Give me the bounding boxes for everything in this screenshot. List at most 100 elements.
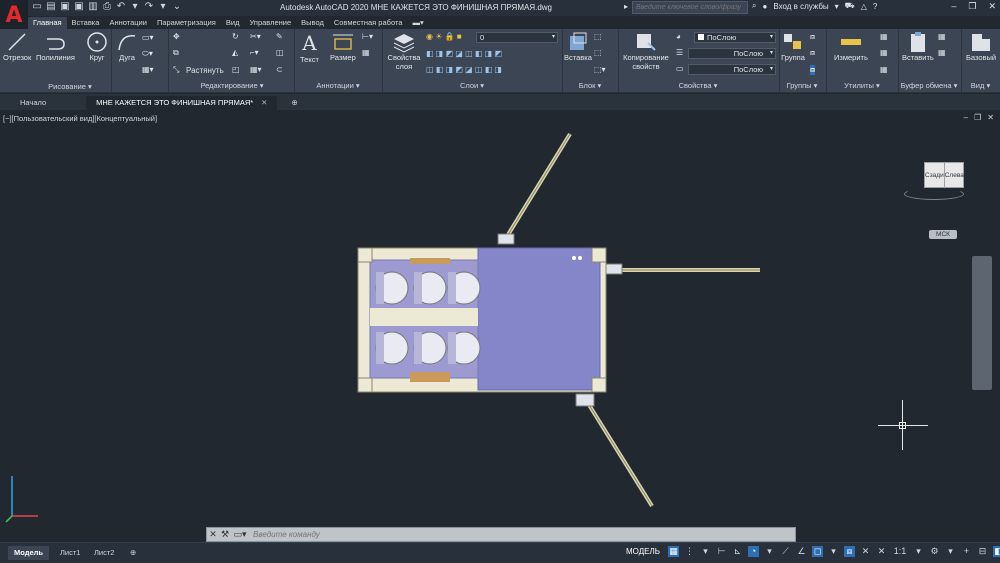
viewcube-face-back[interactable]: Сзади bbox=[925, 163, 944, 187]
undo-dropdown-icon[interactable]: ▾ bbox=[130, 1, 140, 12]
tab-home[interactable]: Главная bbox=[28, 17, 67, 29]
explode-icon[interactable]: ◫ bbox=[276, 48, 284, 57]
group-tool[interactable]: Группа bbox=[781, 31, 805, 62]
exchange-icon[interactable]: △ bbox=[861, 2, 867, 11]
block-attr-icon[interactable]: ⬚▾ bbox=[594, 65, 606, 74]
annotation-visibility-icon[interactable]: ✕ bbox=[860, 546, 871, 557]
command-close-icon[interactable]: ✕ bbox=[207, 529, 219, 540]
scale-icon[interactable]: ◰ bbox=[232, 65, 240, 74]
circle-tool[interactable]: Круг bbox=[86, 31, 108, 62]
snap-icon[interactable]: ⋮ bbox=[684, 546, 695, 557]
panel-groups-title[interactable]: Группы ▾ bbox=[779, 81, 825, 90]
osnap-tracking-icon[interactable]: ∠ bbox=[796, 546, 807, 557]
color-wheel-icon[interactable]: ◕ bbox=[676, 32, 681, 41]
open-file-icon[interactable]: ▤ bbox=[46, 1, 56, 12]
close-tab-icon[interactable]: ✕ bbox=[261, 98, 267, 107]
hatch-icon[interactable]: ▦▾ bbox=[142, 65, 154, 74]
layout-tab-model[interactable]: Модель bbox=[8, 546, 50, 560]
base-view-tool[interactable]: Базовый bbox=[966, 31, 996, 62]
cart-icon[interactable]: ⛟ bbox=[845, 1, 855, 11]
layer-state-icons[interactable]: ◉ ☀ 🔒 ■ bbox=[426, 32, 462, 41]
group-edit-icon[interactable]: ⧈ bbox=[810, 48, 815, 58]
mirror-icon[interactable]: ◭ bbox=[232, 48, 238, 57]
layer-tools-row1[interactable]: ◧ ◨ ◩ ◪ ◫ ◧ ◨ ◩ bbox=[426, 49, 502, 58]
tab-parametric[interactable]: Параметризация bbox=[152, 17, 221, 29]
units-icon[interactable]: ⊟ bbox=[977, 546, 988, 557]
grid-icon[interactable]: ▦ bbox=[668, 546, 679, 557]
leader-icon[interactable]: ⊢▾ bbox=[362, 32, 373, 41]
calculator-icon[interactable]: ▦ bbox=[880, 32, 888, 41]
cut-icon[interactable]: ▦ bbox=[938, 32, 946, 41]
signin-dropdown-icon[interactable]: ▾ bbox=[835, 2, 839, 11]
viewcube-face-left[interactable]: Слева bbox=[943, 163, 964, 187]
tab-drawing-active[interactable]: МНЕ КАЖЕТСЯ ЭТО ФИНИШНАЯ ПРЯМАЯ* ✕ bbox=[86, 96, 278, 110]
polyline-tool[interactable]: Полилиния bbox=[36, 31, 75, 62]
viewcube-compass[interactable] bbox=[904, 188, 964, 200]
ortho-icon[interactable]: ⊾ bbox=[732, 546, 743, 557]
dimension-tool[interactable]: Размер bbox=[330, 31, 356, 62]
arc-tool[interactable]: Дуга bbox=[116, 31, 138, 62]
snap-dropdown-icon[interactable]: ▾ bbox=[700, 546, 711, 557]
layout-tab-sheet2[interactable]: Лист2 bbox=[88, 546, 120, 560]
erase-icon[interactable]: ✎ bbox=[276, 32, 283, 41]
line-tool[interactable]: Отрезок bbox=[3, 31, 31, 62]
match-properties-tool[interactable]: Копирование свойств bbox=[620, 31, 672, 71]
binoculars-icon[interactable]: ⌕ bbox=[752, 1, 756, 11]
layer-select[interactable]: 0 ▾ bbox=[476, 32, 558, 43]
edit-block-icon[interactable]: ⬚ bbox=[594, 48, 602, 57]
color-select[interactable]: ПоСлою ▾ bbox=[694, 32, 776, 43]
tab-manage[interactable]: Управление bbox=[244, 17, 296, 29]
panel-utilities-title[interactable]: Утилиты ▾ bbox=[826, 81, 898, 90]
workspace-dropdown-icon[interactable]: ▾ bbox=[945, 546, 956, 557]
layer-tools-row2[interactable]: ◫ ◧ ◨ ◩ ◪ ◫ ◧ ◨ bbox=[426, 65, 502, 74]
workspace-gear-icon[interactable]: ⚙ bbox=[929, 546, 940, 557]
table-icon[interactable]: ▦ bbox=[362, 48, 370, 57]
trim-icon[interactable]: ✂▾ bbox=[250, 32, 261, 41]
polar-icon[interactable]: ◔ bbox=[748, 546, 759, 557]
qat-customize-icon[interactable]: ⌄ bbox=[172, 1, 182, 12]
polar-dropdown-icon[interactable]: ▾ bbox=[764, 546, 775, 557]
fillet-icon[interactable]: ⌐▾ bbox=[250, 48, 259, 57]
create-block-icon[interactable]: ⬚ bbox=[594, 32, 602, 41]
command-history-icon[interactable]: ▭▾ bbox=[231, 529, 249, 540]
annotation-monitor-icon[interactable]: + bbox=[961, 546, 972, 557]
tab-start[interactable]: Начало bbox=[10, 96, 56, 110]
select-all-icon[interactable]: ▦ bbox=[880, 48, 888, 57]
move-icon[interactable]: ✥ bbox=[173, 32, 180, 41]
tab-view[interactable]: Вид bbox=[221, 17, 245, 29]
save-as-icon[interactable]: ▣ bbox=[74, 1, 84, 12]
dynamic-input-icon[interactable]: ⊢ bbox=[716, 546, 727, 557]
save-icon[interactable]: ▣ bbox=[60, 1, 70, 12]
array-icon[interactable]: ▦▾ bbox=[250, 65, 262, 74]
rectangle-icon[interactable]: ▭▾ bbox=[142, 33, 154, 42]
point-id-icon[interactable]: ▦ bbox=[880, 65, 888, 74]
ellipse-icon[interactable]: ⬭▾ bbox=[142, 49, 153, 59]
search-input[interactable] bbox=[636, 4, 746, 11]
viewcube[interactable]: Сзади Слева bbox=[902, 158, 966, 202]
wcs-menu[interactable]: МСК bbox=[929, 230, 957, 239]
search-box[interactable] bbox=[632, 1, 748, 14]
model-space-toggle[interactable]: МОДЕЛЬ bbox=[626, 547, 660, 556]
annotation-scale-icon[interactable]: ✕ bbox=[876, 546, 887, 557]
new-tab-icon[interactable]: ⊕ bbox=[281, 96, 307, 110]
add-layout-icon[interactable]: ⊕ bbox=[124, 546, 142, 560]
signin-label[interactable]: Вход в службы bbox=[773, 2, 828, 11]
panel-layers-title[interactable]: Слои ▾ bbox=[384, 81, 560, 90]
panel-annotation-title[interactable]: Аннотации ▾ bbox=[296, 81, 380, 90]
stretch-label[interactable]: Растянуть bbox=[186, 66, 224, 75]
paste-tool[interactable]: Вставить bbox=[902, 31, 934, 62]
offset-icon[interactable]: ⊂ bbox=[276, 65, 283, 74]
close-window-icon[interactable]: ✕ bbox=[988, 1, 996, 12]
redo-icon[interactable]: ↷ bbox=[144, 1, 154, 12]
tab-collaborate[interactable]: Совместная работа bbox=[329, 17, 408, 29]
selection-cycling-icon[interactable]: ⧈ bbox=[844, 546, 855, 557]
ucs-icon[interactable] bbox=[4, 468, 44, 524]
tab-annotate[interactable]: Аннотации bbox=[104, 17, 152, 29]
command-customize-icon[interactable]: ⚒ bbox=[219, 529, 231, 540]
panel-view-title[interactable]: Вид ▾ bbox=[961, 81, 1000, 90]
panel-clipboard-title[interactable]: Буфер обмена ▾ bbox=[898, 81, 960, 90]
osnap-icon[interactable]: ◻ bbox=[812, 546, 823, 557]
measure-tool[interactable]: Измерить bbox=[834, 31, 868, 62]
linetype-select[interactable]: ПоСлою ▾ bbox=[688, 64, 776, 75]
lineweight-icon[interactable]: ☰ bbox=[676, 48, 683, 57]
